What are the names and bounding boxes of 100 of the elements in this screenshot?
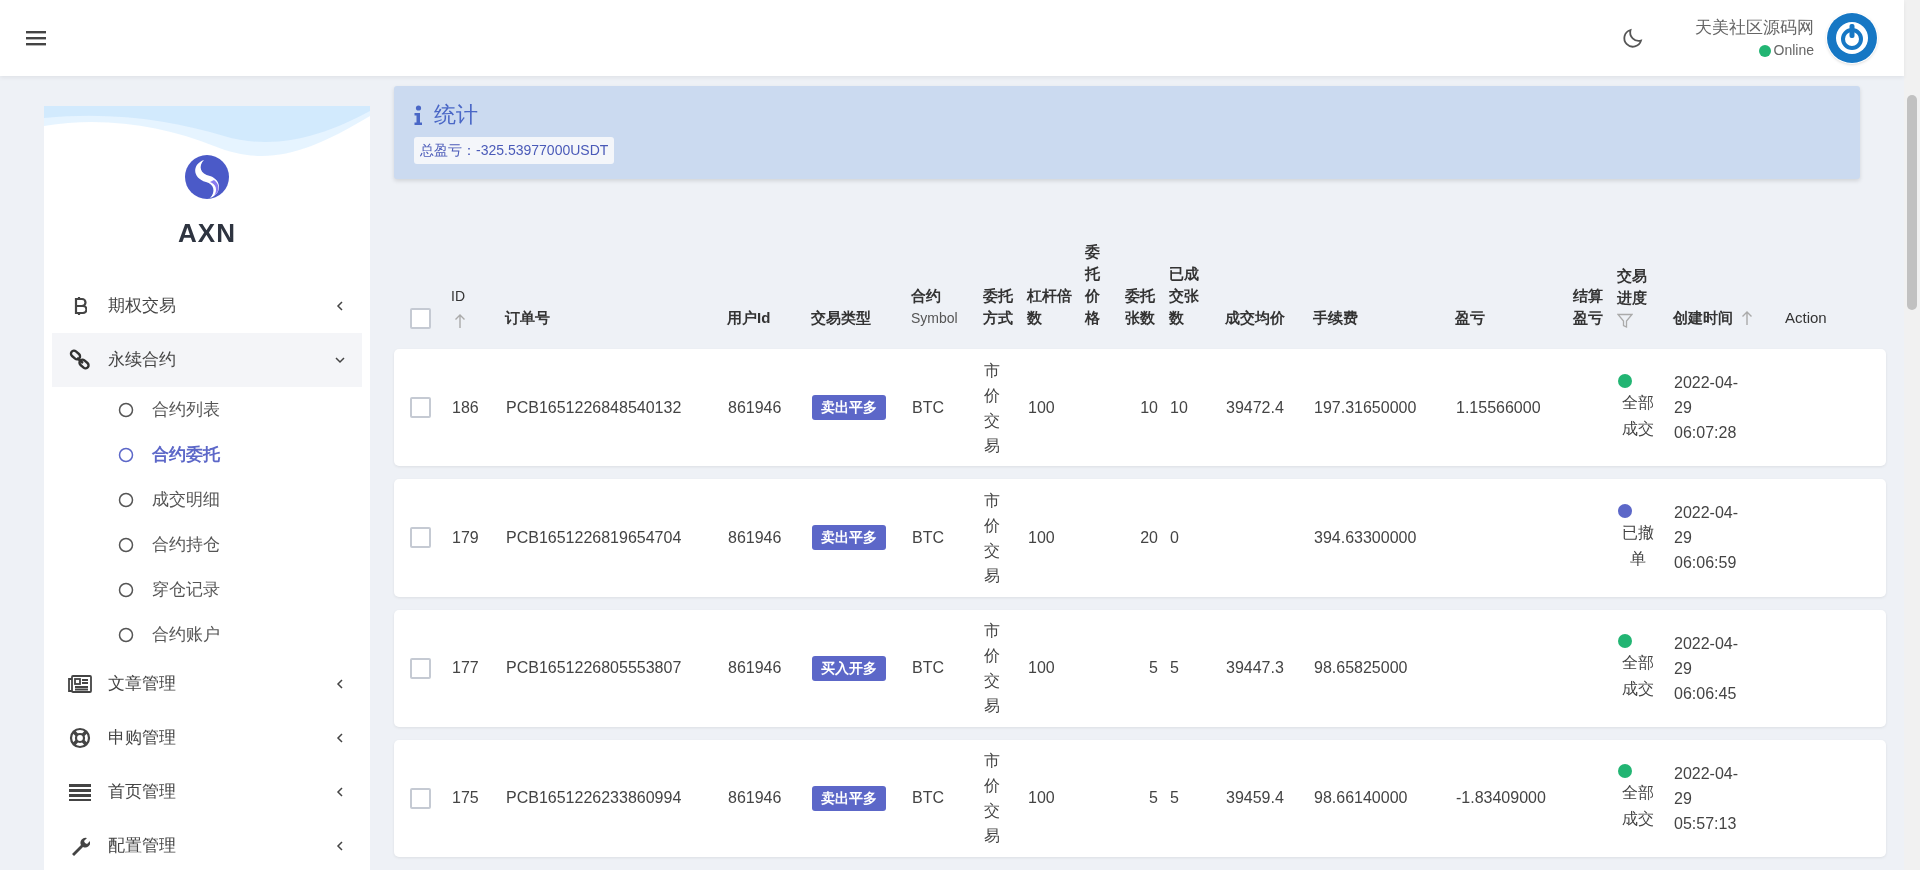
table-cell: 5 [1170,789,1179,807]
table-cell: 197.31650000 [1314,398,1417,416]
trade-type-badge: 卖出平多 [812,395,886,421]
table-cell: 5 [1170,659,1179,677]
column-header: 手续费 [1313,308,1359,329]
table-cell: BTC [912,528,944,546]
column-header: 委托价格 [1085,242,1101,329]
table-cell-text: 5 [1148,788,1158,809]
progress-status: 全部成交 [1621,653,1655,700]
table-cell: 175 [452,789,479,807]
bitcoin-icon [73,296,87,316]
table-cell-text: 市价交易 [984,360,1001,456]
circle-icon [118,491,134,508]
lifebuoy-icon [69,727,91,749]
submenu-item[interactable]: 合约账户 [52,612,362,657]
table-cell-text: 市价交易 [984,621,1001,717]
brand-name: AXN [178,217,236,250]
submenu-item[interactable]: 合约持仓 [52,522,362,567]
table-cell: 100 [1028,398,1055,416]
link-icon [69,349,91,371]
sidebar-menu-item[interactable]: 首页管理 [52,765,362,819]
select-all-checkbox[interactable] [409,308,431,330]
chevron-left-icon [334,300,346,312]
chevron-left-icon [334,786,346,798]
table-cell: 98.65825000 [1314,659,1408,677]
table-cell: 98.66140000 [1314,789,1408,807]
column-header[interactable]: Action [1785,307,1853,330]
user-name: 天美社区源码网 [1695,16,1814,39]
scrollbar[interactable] [1904,0,1920,870]
submenu-item[interactable]: 合约列表 [52,387,362,432]
table-row[interactable]: 177 PCB1651226805553807 861946 买入开多 BTC 市价交易 100 5 5 39447.3 98.65825000 全部成交 2022-04-29 06:06:45 [394,609,1886,727]
submenu-item[interactable]: 成交明细 [52,477,362,522]
column-subheader: Symbol [911,309,959,329]
column-header: 结算盈亏 [1573,286,1604,329]
trade-type-badge: 卖出平多 [812,785,886,811]
table-cell: BTC [912,789,944,807]
total-pnl-badge: 总盈亏：-325.53977000USDT [414,137,615,164]
circle-icon [118,401,134,418]
progress-status: 已撤单 [1621,522,1655,569]
column-header: 交易类型 [811,308,872,329]
column-header: 已成交张数 [1169,264,1200,329]
table-row[interactable]: 179 PCB1651226819654704 861946 卖出平多 BTC 市价交易 100 20 0 394.63300000 已撤单 2022-04-29 06:06:59 [394,479,1886,597]
circle-icon [118,446,134,463]
progress-status: 全部成交 [1621,392,1655,439]
column-header: 订单号 [505,308,551,329]
table-cell: 39459.4 [1226,789,1284,807]
table-cell: BTC [912,398,944,416]
table-cell: 177 [452,659,479,677]
table-cell-text: 2022-04-29 05:57:13 [1674,763,1740,834]
column-header: 委托方式 [983,286,1014,329]
chevron-left-icon [334,840,346,852]
table-cell-text: 20 [1139,527,1158,548]
column-header[interactable]: 交易进度 [1617,265,1661,310]
table-cell: 861946 [728,789,782,807]
table-row[interactable]: 186 PCB1651226848540132 861946 卖出平多 BTC 市价交易 100 10 10 39472.4 197.31650000 1.15566000 全部成交 2022-04-29 06:07:28 [394,349,1886,467]
sidebar-menu-item[interactable]: 文章管理 [52,657,362,711]
table-cell-text: 2022-04-29 06:07:28 [1674,373,1740,444]
chevron-left-icon [334,732,346,744]
menu-icon[interactable] [26,30,46,46]
table-cell-text: 2022-04-29 06:06:59 [1674,503,1740,574]
column-header: 用户Id [727,308,772,329]
row-checkbox[interactable] [409,657,431,679]
sidebar-menu-item[interactable]: 申购管理 [52,711,362,765]
table-row[interactable]: 175 PCB1651226233860994 861946 卖出平多 BTC 市价交易 100 5 5 39459.4 98.66140000 -1.83409000 全部成交 2022-04-29 05:57:13 [394,739,1886,857]
sort-arrow-icon[interactable] [1741,310,1753,327]
filter-icon[interactable] [1617,313,1633,330]
logo-icon [184,154,230,200]
column-header[interactable]: 创建时间 [1673,307,1733,330]
online-status: Online [1773,41,1814,61]
newspaper-icon [68,675,92,693]
table-cell: 39472.4 [1226,398,1284,416]
sidebar-menu-item[interactable]: 期权交易 [52,279,362,333]
moon-icon[interactable] [1621,26,1645,50]
row-checkbox[interactable] [409,787,431,809]
table-cell: 179 [452,528,479,546]
table-cell-text: 市价交易 [984,490,1001,586]
list-icon [69,783,91,801]
table-cell: -1.83409000 [1456,789,1546,807]
row-checkbox[interactable] [409,397,431,419]
circle-icon [118,626,134,643]
table-cell-text: 10 [1139,397,1158,418]
avatar-power-icon[interactable] [1826,12,1878,64]
trade-type-badge: 买入开多 [812,655,886,681]
submenu-item[interactable]: 穿仓记录 [52,567,362,612]
circle-icon [118,581,134,598]
row-checkbox[interactable] [409,527,431,549]
submenu-item[interactable]: 合约委托 [52,432,362,477]
table-cell: 861946 [728,398,782,416]
table-cell: 100 [1028,659,1055,677]
table-cell-text: 市价交易 [984,751,1001,847]
column-header: 成交均价 [1225,308,1286,329]
wrench-icon [70,836,90,856]
column-header[interactable]: ID [451,285,493,308]
sort-arrow-icon[interactable] [454,313,466,330]
column-header: 委托张数 [1125,286,1156,329]
chevron-down-icon [334,354,346,366]
sidebar-menu-item[interactable]: 配置管理 [52,819,362,870]
sidebar-menu-item[interactable]: 永续合约 [52,333,362,387]
table-cell: 186 [452,398,479,416]
table-cell: PCB1651226848540132 [506,398,682,416]
